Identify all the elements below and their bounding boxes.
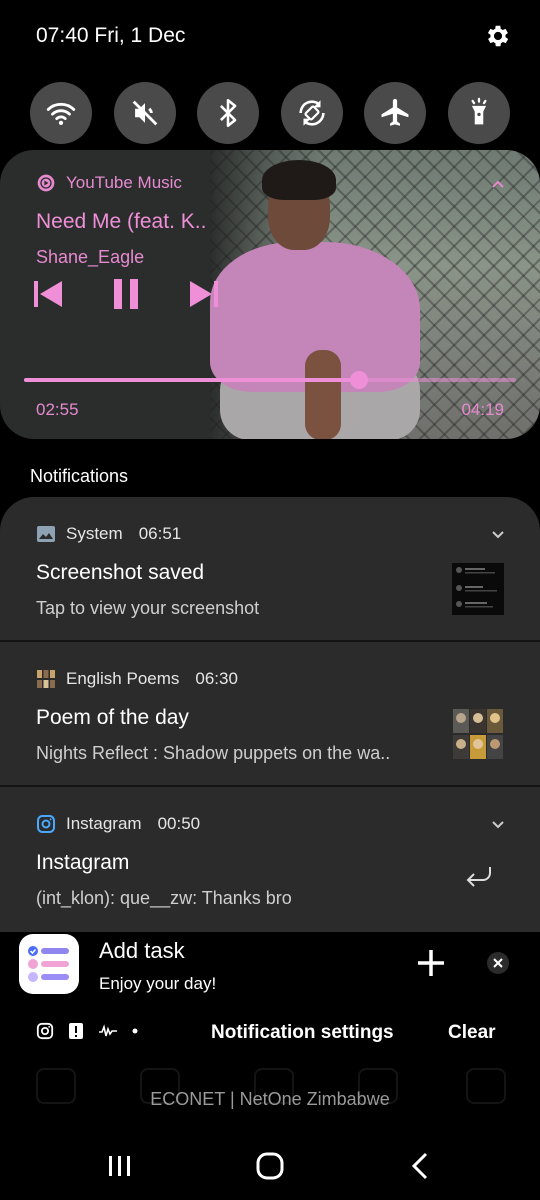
notification-footer: Notification settings Clear bbox=[0, 1010, 540, 1056]
notification-body: Nights Reflect : Shadow puppets on the w… bbox=[36, 743, 391, 763]
portrait-grid-icon bbox=[36, 669, 56, 689]
recents-icon[interactable] bbox=[102, 1148, 138, 1184]
elapsed-time: 02:55 bbox=[36, 400, 79, 419]
airplane-toggle[interactable] bbox=[364, 82, 427, 144]
bluetooth-toggle[interactable] bbox=[197, 82, 260, 144]
instagram-icon bbox=[37, 815, 55, 833]
quick-settings bbox=[30, 82, 510, 144]
collapse-chevron-icon[interactable] bbox=[490, 176, 506, 192]
close-icon bbox=[493, 958, 503, 968]
youtube-music-icon bbox=[37, 174, 55, 192]
notification-instagram[interactable]: Instagram 00:50 Instagram (int_klon): qu… bbox=[0, 787, 540, 931]
status-icon-row bbox=[36, 1022, 138, 1040]
clear-button[interactable]: Clear bbox=[448, 1022, 496, 1044]
notification-body: (int_klon): que__zw: Thanks bro bbox=[36, 888, 292, 908]
notification-time: 00:50 bbox=[157, 814, 201, 833]
sound-toggle[interactable] bbox=[113, 82, 176, 144]
gear-icon[interactable] bbox=[484, 22, 512, 50]
media-app-row: YouTube Music bbox=[36, 173, 182, 193]
notification-title: Poem of the day bbox=[36, 706, 189, 729]
notification-header: System 06:51 bbox=[36, 524, 181, 544]
total-time: 04:19 bbox=[461, 400, 504, 419]
auto-rotate-icon bbox=[299, 100, 325, 126]
task-subtitle: Enjoy your day! bbox=[99, 974, 217, 993]
poets-thumbnail bbox=[452, 708, 504, 760]
screenshot-thumbnail bbox=[452, 563, 504, 615]
seek-bar[interactable] bbox=[24, 371, 516, 389]
pause-icon[interactable] bbox=[106, 276, 146, 312]
task-app-icon bbox=[19, 934, 79, 994]
navigation-bar bbox=[0, 1130, 540, 1200]
notification-time: 06:51 bbox=[138, 524, 182, 543]
expand-chevron-icon[interactable] bbox=[490, 819, 506, 831]
airplane-icon bbox=[381, 98, 409, 126]
album-art bbox=[210, 150, 540, 439]
media-app-name: YouTube Music bbox=[66, 173, 182, 192]
previous-track-icon[interactable] bbox=[30, 276, 70, 312]
wifi-icon bbox=[46, 102, 76, 126]
rotate-toggle[interactable] bbox=[280, 82, 343, 144]
back-icon[interactable] bbox=[402, 1148, 438, 1184]
notification-english-poems[interactable]: English Poems 06:30 Poem of the day Nigh… bbox=[0, 642, 540, 786]
alert-icon bbox=[69, 1023, 83, 1039]
carrier-label: ECONET | NetOne Zimbabwe bbox=[150, 1089, 390, 1109]
notification-settings-button[interactable]: Notification settings bbox=[211, 1022, 394, 1044]
instagram-icon bbox=[36, 1022, 54, 1040]
notification-time: 06:30 bbox=[195, 669, 238, 688]
task-widget[interactable]: Add task Enjoy your day! bbox=[0, 932, 540, 994]
notification-app: English Poems bbox=[66, 669, 180, 688]
notification-body: Tap to view your screenshot bbox=[36, 598, 260, 618]
seek-thumb[interactable] bbox=[349, 371, 368, 389]
track-artist: Shane_Eagle bbox=[36, 247, 145, 267]
checklist-icon bbox=[28, 946, 69, 982]
date-time: 07:40 Fri, 1 Dec bbox=[36, 24, 186, 47]
flashlight-toggle[interactable] bbox=[447, 82, 510, 144]
task-title: Add task bbox=[99, 938, 185, 963]
waveform-icon bbox=[99, 1024, 117, 1037]
status-row: 07:40 Fri, 1 Dec bbox=[0, 0, 540, 72]
dismiss-button[interactable] bbox=[487, 952, 509, 974]
notification-app: System bbox=[66, 524, 123, 543]
notification-title: Instagram bbox=[36, 851, 130, 874]
wifi-toggle[interactable] bbox=[30, 82, 92, 144]
mute-icon bbox=[132, 100, 157, 126]
notification-system[interactable]: System 06:51 Screenshot saved Tap to vie… bbox=[0, 497, 540, 641]
notifications-heading: Notifications bbox=[30, 466, 129, 486]
flashlight-icon bbox=[471, 97, 487, 125]
notification-title: Screenshot saved bbox=[36, 561, 205, 584]
next-track-icon[interactable] bbox=[182, 276, 222, 312]
notification-header: English Poems 06:30 bbox=[36, 669, 238, 689]
add-icon[interactable] bbox=[416, 948, 446, 978]
expand-chevron-icon[interactable] bbox=[490, 529, 506, 541]
more-dot-icon bbox=[132, 1028, 138, 1034]
track-title: Need Me (feat. K.. bbox=[36, 210, 207, 233]
home-icon[interactable] bbox=[252, 1148, 288, 1184]
image-icon bbox=[37, 526, 55, 542]
notification-app: Instagram bbox=[66, 814, 142, 833]
notification-header: Instagram 00:50 bbox=[36, 814, 200, 834]
notification-panel: System 06:51 Screenshot saved Tap to vie… bbox=[0, 497, 540, 993]
seek-progress bbox=[24, 378, 359, 382]
reply-icon[interactable] bbox=[464, 863, 494, 889]
media-controls bbox=[30, 276, 222, 312]
bluetooth-icon bbox=[220, 98, 237, 128]
